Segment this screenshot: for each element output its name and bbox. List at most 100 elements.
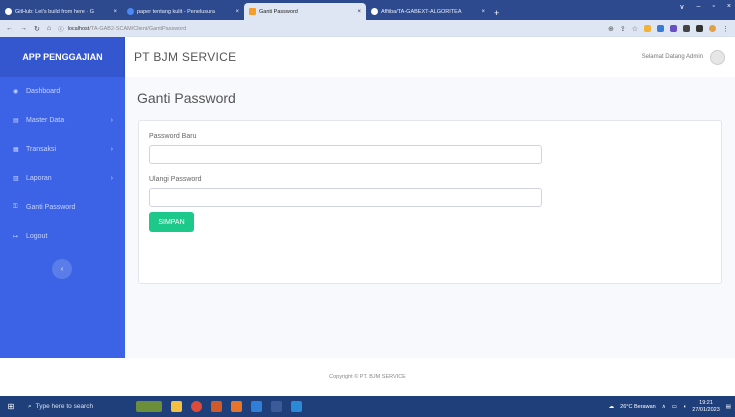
chevron-up-icon[interactable]: ∧ <box>662 404 666 410</box>
app-icon[interactable] <box>211 401 222 412</box>
google-icon <box>127 8 134 15</box>
extension-area: ⊕ ⇪ ☆ ⋮ <box>608 25 729 33</box>
maximize-button[interactable]: ▫ <box>712 3 714 11</box>
github-icon <box>5 8 12 15</box>
sidebar-toggle-button[interactable]: ‹ <box>52 259 72 279</box>
taskbar-search-placeholder: Type here to search <box>35 403 94 410</box>
browser-toolbar: ← → ↻ ⌂ ⓘ localhost/TA-GAB2-SCAM/Client/… <box>0 20 735 37</box>
sidebar-item-laporan[interactable]: ▥ Laporan › <box>0 164 125 193</box>
profile-icon[interactable] <box>709 25 716 32</box>
extension-icon[interactable] <box>670 25 677 32</box>
sidebar-item-label: Master Data <box>26 117 65 124</box>
chevron-right-icon: › <box>110 117 113 124</box>
zoom-icon[interactable]: ⊕ <box>608 25 614 33</box>
tab-title: Ganti Password <box>259 8 298 15</box>
share-icon[interactable]: ⇪ <box>620 25 626 33</box>
url-host: localhost <box>67 25 90 32</box>
sidebar-item-label: Transaksi <box>26 146 57 153</box>
clock[interactable]: 19:21 27/01/2023 <box>692 400 720 414</box>
home-icon[interactable]: ⌂ <box>47 25 51 32</box>
sidebar: APP PENGGAJIAN ◉ Dashboard ▤ Master Data… <box>0 37 125 358</box>
sidebar-brand[interactable]: APP PENGGAJIAN <box>0 37 125 77</box>
extension-icon[interactable] <box>657 25 664 32</box>
github-icon <box>371 8 378 15</box>
file-explorer-icon[interactable] <box>171 401 182 412</box>
network-icon[interactable]: ▭ <box>672 404 677 410</box>
sidebar-item-master-data[interactable]: ▤ Master Data › <box>0 106 125 135</box>
page-title: Ganti Password <box>137 90 236 106</box>
sidebar-item-transaksi[interactable]: ▦ Transaksi › <box>0 135 125 164</box>
close-icon[interactable]: × <box>481 9 485 15</box>
sidebar-item-dashboard[interactable]: ◉ Dashboard <box>0 77 125 106</box>
reload-icon[interactable]: ↻ <box>34 25 40 33</box>
search-icon: ⌕ <box>28 402 32 410</box>
table-icon: ▦ <box>13 147 19 153</box>
taskbar-search[interactable]: ⌕ Type here to search <box>22 396 122 417</box>
sidebar-item-label: Logout <box>26 233 48 240</box>
puzzle-icon[interactable] <box>683 25 690 32</box>
sidebar-item-label: Laporan <box>26 175 52 182</box>
back-icon[interactable]: ← <box>6 25 13 32</box>
forward-icon[interactable]: → <box>20 25 27 32</box>
url-path: /TA-GAB2-SCAM/Client/GantiPassword <box>89 25 187 32</box>
sidebar-item-label: Dashboard <box>26 88 61 95</box>
logout-icon: ↦ <box>13 234 19 240</box>
clock-date: 27/01/2023 <box>692 406 720 413</box>
browser-tab[interactable]: Affiiba/TA-GABEXT-ALGORITEA × <box>366 3 490 20</box>
tab-title: GitHub: Let's build from here · G <box>15 8 94 15</box>
topbar: PT BJM SERVICE Selamat Datang Admin <box>125 37 735 77</box>
chevron-right-icon: › <box>110 175 113 182</box>
new-tab-button[interactable]: + <box>490 8 503 20</box>
tab-search-icon[interactable]: ∨ <box>679 3 684 11</box>
address-bar[interactable]: ⓘ localhost/TA-GAB2-SCAM/Client/GantiPas… <box>58 22 601 35</box>
mail-icon[interactable] <box>251 401 262 412</box>
chrome-icon[interactable] <box>191 401 202 412</box>
volume-icon[interactable]: ◖ <box>683 404 686 410</box>
confirm-password-label: Ulangi Password <box>149 176 202 183</box>
main-content: Ganti Password Password Baru Ulangi Pass… <box>125 77 735 358</box>
sidebar-item-ganti-password[interactable]: ⚿ Ganti Password <box>0 193 125 222</box>
window-close-button[interactable]: × <box>727 3 731 11</box>
close-icon[interactable]: × <box>113 9 117 15</box>
company-name: PT BJM SERVICE <box>134 50 237 64</box>
taskbar-apps <box>136 401 302 412</box>
save-button[interactable]: SIMPAN <box>149 212 194 232</box>
welcome-text[interactable]: Selamat Datang Admin <box>642 54 703 60</box>
report-icon: ▥ <box>13 176 19 182</box>
taskbar: ⊞ ⌕ Type here to search ☁ 26°C Berawan ∧… <box>0 396 735 417</box>
close-icon[interactable]: × <box>357 9 361 15</box>
menu-kebab-icon[interactable]: ⋮ <box>722 25 729 33</box>
dashboard-icon: ◉ <box>13 89 19 95</box>
footer: Copyright © PT. BJM SERVICE <box>0 358 735 396</box>
bookmark-star-icon[interactable]: ☆ <box>632 25 638 33</box>
confirm-password-input[interactable] <box>149 188 542 207</box>
browser-tab[interactable]: GitHub: Let's build from here · G × <box>0 3 122 20</box>
widget-icon[interactable] <box>136 401 162 412</box>
close-icon[interactable]: × <box>235 9 239 15</box>
site-info-icon[interactable]: ⓘ <box>58 25 64 33</box>
new-password-label: Password Baru <box>149 133 197 140</box>
extension-icon[interactable] <box>644 25 651 32</box>
system-tray: ☁ 26°C Berawan ∧ ▭ ◖ 19:21 27/01/2023 ▤ <box>609 396 731 417</box>
tab-title: Affiiba/TA-GABEXT-ALGORITEA <box>381 8 462 15</box>
windows-start-icon[interactable]: ⊞ <box>0 396 22 417</box>
app-icon[interactable] <box>231 401 242 412</box>
lock-icon: ⚿ <box>13 204 18 210</box>
weather-icon: ☁ <box>608 403 615 410</box>
sidebar-item-logout[interactable]: ↦ Logout <box>0 222 125 251</box>
sidepanel-icon[interactable] <box>696 25 703 32</box>
minimize-button[interactable]: – <box>697 3 701 11</box>
browser-tab-strip: GitHub: Let's build from here · G × pape… <box>0 0 735 20</box>
weather-text[interactable]: 26°C Berawan <box>620 404 656 410</box>
page-favicon-icon <box>249 8 256 15</box>
new-password-input[interactable] <box>149 145 542 164</box>
browser-tab-active[interactable]: Ganti Password × <box>244 3 366 20</box>
clock-time: 19:21 <box>699 399 713 406</box>
vscode-icon[interactable] <box>291 401 302 412</box>
sidebar-item-label: Ganti Password <box>26 204 76 211</box>
avatar[interactable] <box>710 49 725 65</box>
notification-icon[interactable]: ▤ <box>726 404 731 410</box>
copyright-text: Copyright © PT. BJM SERVICE <box>329 374 406 380</box>
app-icon[interactable] <box>271 401 282 412</box>
browser-tab[interactable]: paper tentang kulit - Penelusura × <box>122 3 244 20</box>
